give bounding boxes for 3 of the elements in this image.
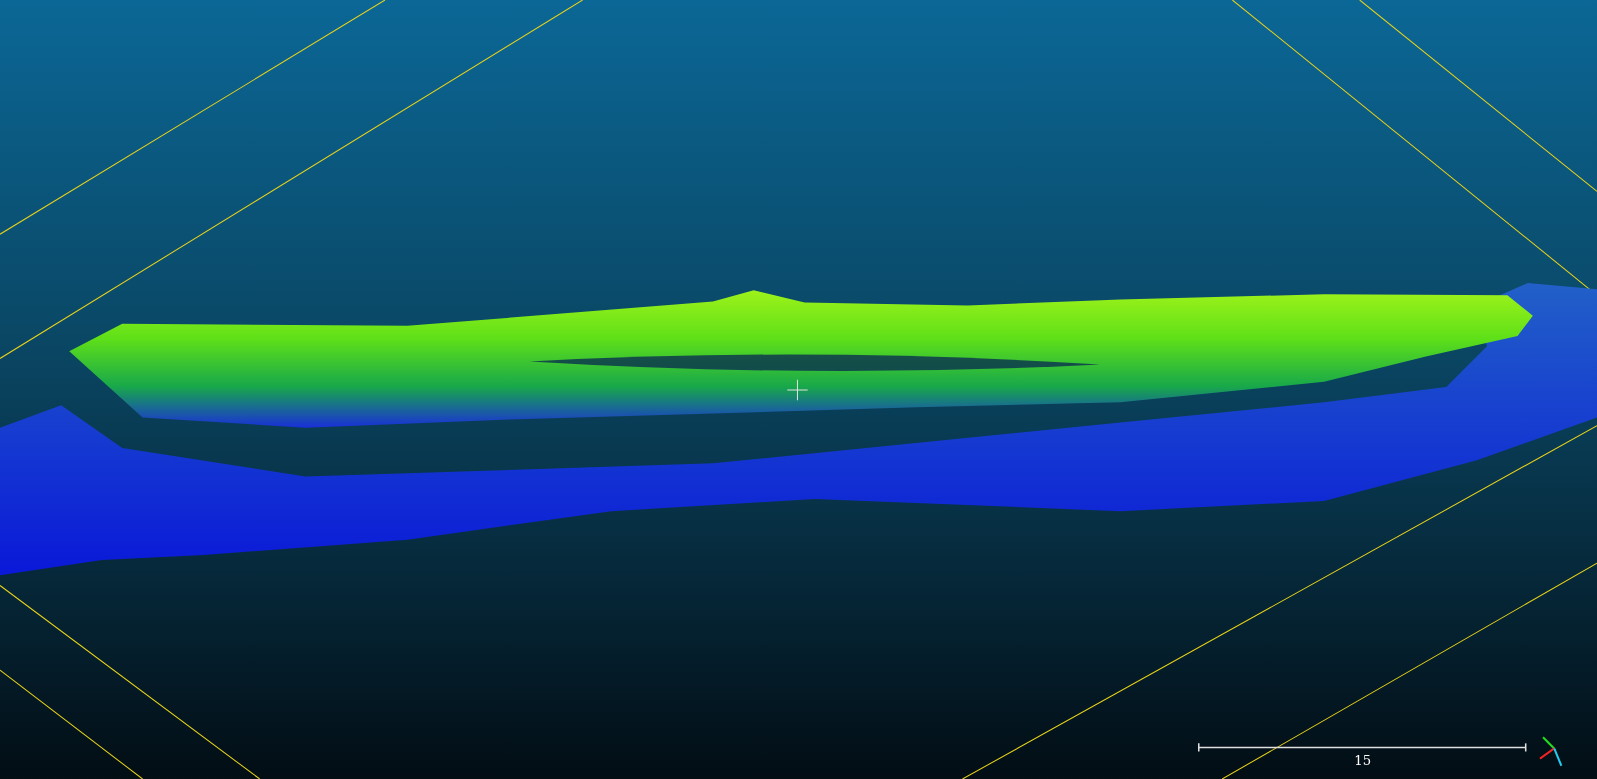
axis-trihedron-icon xyxy=(1539,736,1563,767)
scale-label: 15 xyxy=(1354,752,1372,768)
crosshair-icon xyxy=(786,379,809,401)
